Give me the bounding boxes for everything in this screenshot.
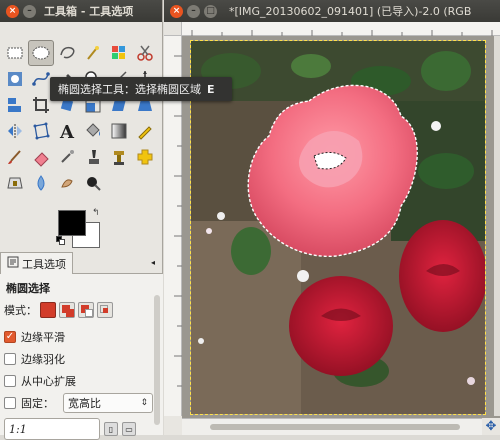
ratio-input[interactable]: 1:1 [4, 418, 100, 440]
tab-menu-icon[interactable]: ◂ [147, 252, 159, 273]
tab-tool-options[interactable]: 工具选项 [0, 252, 73, 274]
cage-icon[interactable] [28, 118, 54, 144]
ellipse-select-icon[interactable] [28, 40, 54, 66]
tool-options-scrollbar[interactable] [154, 295, 160, 425]
tooltip-text: 椭圆选择工具：选择椭圆区域 [58, 83, 201, 96]
fixed-row: 固定： 宽高比 ⇕ [4, 392, 159, 414]
toolbox-titlebar[interactable]: × – 工具箱 - 工具选项 [0, 0, 162, 22]
scrollbar-thumb[interactable] [210, 424, 460, 430]
select-by-color-icon[interactable] [106, 40, 132, 66]
mode-replace-button[interactable] [40, 302, 56, 318]
flip-icon[interactable] [2, 118, 28, 144]
swap-colors-icon[interactable]: ↰ [92, 208, 100, 218]
portrait-icon[interactable]: ▯ [104, 422, 118, 436]
heal-icon[interactable] [132, 144, 158, 170]
pencil-icon[interactable] [132, 118, 158, 144]
feather-checkbox[interactable] [4, 353, 16, 365]
image-window: × – □ *[IMG_20130602_091401] (已导入)-2.0 (… [164, 0, 500, 435]
mode-label: 模式： [4, 304, 37, 317]
image-canvas[interactable] [190, 40, 486, 415]
paintbrush-icon[interactable] [2, 144, 28, 170]
eraser-icon[interactable] [28, 144, 54, 170]
tool-grid: A [2, 40, 160, 196]
color-area[interactable]: ↰ [56, 208, 108, 250]
navigate-icon[interactable]: ✥ [482, 418, 500, 435]
expand-center-row[interactable]: 从中心扩展 [4, 370, 159, 392]
lasso-icon[interactable] [54, 40, 80, 66]
blur-icon[interactable] [28, 170, 54, 196]
svg-text:A: A [59, 122, 75, 141]
landscape-icon[interactable]: ▭ [122, 422, 136, 436]
antialias-label: 边缘平滑 [21, 331, 65, 344]
toolbox-title: 工具箱 - 工具选项 [44, 5, 134, 18]
canvas-vertical-scrollbar[interactable] [494, 36, 500, 416]
rect-select-icon[interactable] [2, 40, 28, 66]
tool-options-panel: 椭圆选择 模式： ✓ 边缘平滑 边缘羽化 从中心扩展 固定： 宽高比 ⇕ 1:1… [0, 274, 163, 440]
antialias-checkbox[interactable]: ✓ [4, 331, 16, 343]
expand-center-checkbox[interactable] [4, 375, 16, 387]
toolbox-window: × – 工具箱 - 工具选项 A ↰ 工具选项 ◂ 椭圆选择 模式： ✓ 边缘平… [0, 0, 163, 440]
fixed-checkbox[interactable] [4, 397, 16, 409]
image-titlebar[interactable]: × – □ *[IMG_20130602_091401] (已导入)-2.0 (… [164, 0, 500, 22]
canvas-horizontal-scrollbar[interactable] [182, 418, 482, 435]
mode-intersect-button[interactable] [97, 302, 113, 318]
updown-icon: ⇕ [140, 398, 148, 408]
expand-center-label: 从中心扩展 [21, 375, 76, 388]
foreground-color-swatch[interactable] [58, 210, 86, 236]
fixed-select-value: 宽高比 [68, 397, 101, 410]
feather-row[interactable]: 边缘羽化 [4, 348, 159, 370]
tab-tool-options-label: 工具选项 [22, 257, 66, 271]
mode-subtract-button[interactable] [78, 302, 94, 318]
ruler-corner[interactable] [164, 22, 182, 36]
reset-colors-icon[interactable] [56, 236, 65, 245]
dodge-burn-icon[interactable] [80, 170, 106, 196]
smudge-icon[interactable] [54, 170, 80, 196]
clone-icon[interactable] [106, 144, 132, 170]
fixed-label: 固定： [21, 397, 54, 410]
foreground-select-icon[interactable] [2, 66, 28, 92]
mode-add-button[interactable] [59, 302, 75, 318]
align-icon[interactable] [2, 92, 28, 118]
perspective-clone-icon[interactable] [2, 170, 28, 196]
blend-icon[interactable] [106, 118, 132, 144]
ink-icon[interactable] [80, 144, 106, 170]
photo-rose-garden [191, 41, 485, 414]
tool-tooltip: 椭圆选择工具：选择椭圆区域 E [50, 77, 232, 101]
image-title: *[IMG_20130602_091401] (已导入)-2.0 (RGB [229, 5, 472, 18]
fixed-select[interactable]: 宽高比 ⇕ [63, 393, 153, 413]
bucket-fill-icon[interactable] [80, 118, 106, 144]
maximize-icon[interactable]: □ [204, 4, 217, 18]
airbrush-icon[interactable] [54, 144, 80, 170]
fuzzy-select-icon[interactable] [80, 40, 106, 66]
text-icon[interactable]: A [54, 118, 80, 144]
dock-tab-bar: 工具选项 ◂ [0, 252, 163, 274]
minimize-icon[interactable]: – [187, 4, 200, 18]
mode-row: 模式： [4, 302, 159, 318]
tooltip-shortcut: E [207, 82, 215, 96]
close-icon[interactable]: × [6, 4, 19, 18]
scissors-icon[interactable] [132, 40, 158, 66]
minimize-icon[interactable]: – [23, 4, 36, 18]
feather-label: 边缘羽化 [21, 353, 65, 366]
tool-options-title: 椭圆选择 [6, 282, 50, 295]
antialias-row[interactable]: ✓ 边缘平滑 [4, 326, 159, 348]
tool-options-icon [7, 256, 19, 271]
horizontal-ruler[interactable] [182, 22, 500, 36]
close-icon[interactable]: × [170, 4, 183, 18]
ratio-row: 1:1 ▯ ▭ [4, 418, 159, 440]
